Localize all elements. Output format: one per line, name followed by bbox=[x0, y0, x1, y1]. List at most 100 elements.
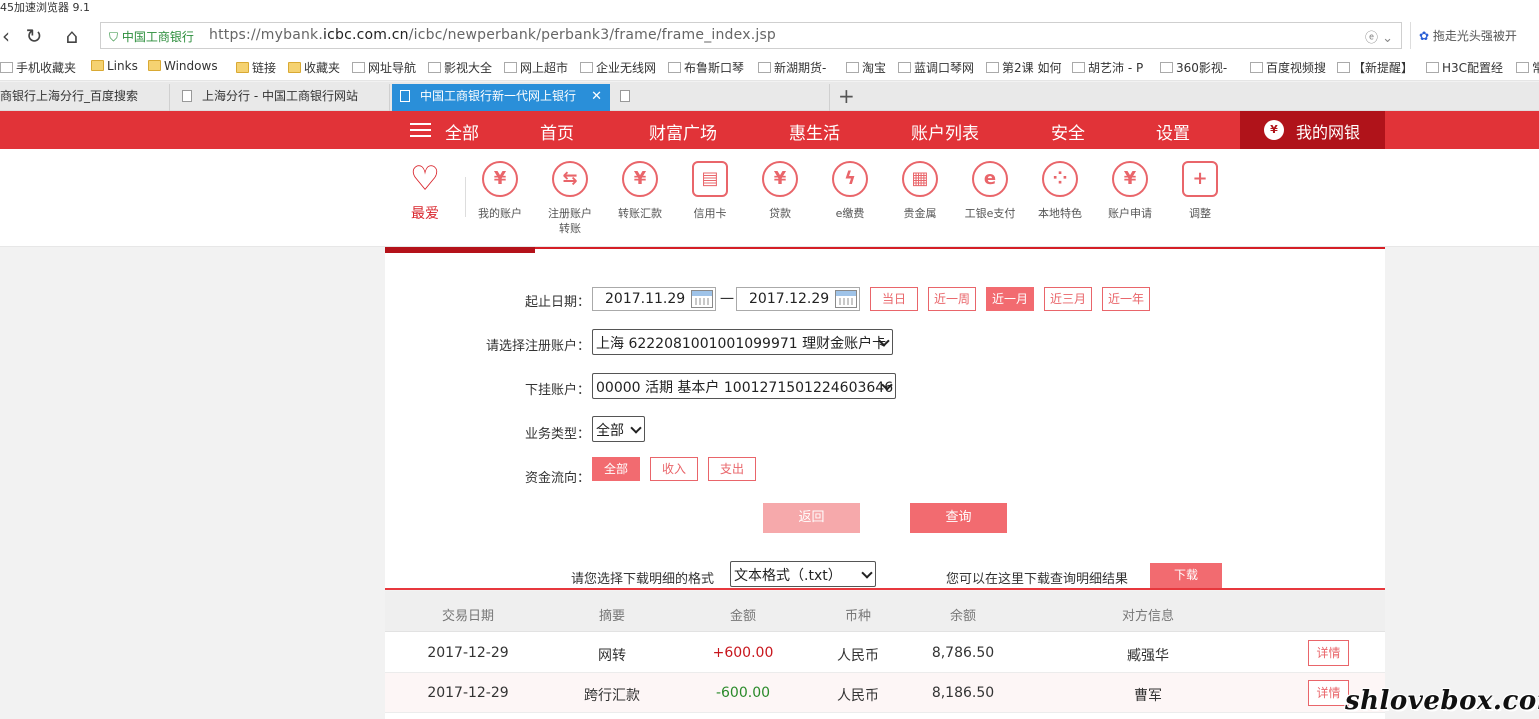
bookmark-label: 淘宝 bbox=[862, 61, 887, 75]
bookmark-item[interactable]: 收藏夹 bbox=[288, 59, 340, 76]
bookmark-item[interactable]: 新湖期货- bbox=[758, 59, 826, 76]
page-icon bbox=[1072, 62, 1085, 73]
tab-blank[interactable] bbox=[612, 84, 830, 111]
quick-item[interactable]: ¥ 贷款 bbox=[745, 161, 815, 221]
bookmark-item[interactable]: 360影视- bbox=[1160, 59, 1227, 76]
flow-expense[interactable]: 支出 bbox=[708, 457, 756, 481]
reload-icon[interactable]: ↻ bbox=[22, 24, 46, 48]
nav-home[interactable]: 首页 bbox=[540, 119, 574, 144]
nav-accounts[interactable]: 账户列表 bbox=[911, 119, 979, 144]
table-row: 2017-12-29 网转 +600.00 人民币 8,786.50 臧强华 详… bbox=[385, 633, 1385, 673]
bookmark-item[interactable]: 常 bbox=[1516, 59, 1539, 76]
bookmark-item[interactable]: 链接 bbox=[236, 59, 276, 76]
quick-item[interactable]: ϟ e缴费 bbox=[815, 161, 885, 221]
bookmark-item[interactable]: Links bbox=[91, 59, 138, 73]
bookmark-label: 企业无线网 bbox=[596, 61, 657, 75]
bookmark-item[interactable]: 布鲁斯口琴 bbox=[668, 59, 744, 76]
bookmark-item[interactable]: Windows bbox=[148, 59, 218, 73]
quick-item[interactable]: e 工银e支付 bbox=[955, 161, 1025, 221]
nav-wealth[interactable]: 财富广场 bbox=[649, 119, 717, 144]
gold-bars-icon: ▦ bbox=[902, 161, 938, 197]
url-text[interactable]: https://mybank.icbc.com.cn/icbc/newperba… bbox=[209, 27, 776, 43]
credit-card-icon: ▤ bbox=[692, 161, 728, 197]
row-counterparty: 臧强华 bbox=[1127, 648, 1169, 664]
biz-type-select[interactable]: 全部 bbox=[592, 416, 645, 442]
range-week[interactable]: 近一周 bbox=[928, 287, 976, 311]
compat-mode-icon[interactable]: ⓔ ⌄ bbox=[1365, 27, 1393, 46]
start-date-field[interactable]: 2017.11.29 bbox=[592, 287, 716, 311]
range-quarter[interactable]: 近三月 bbox=[1044, 287, 1092, 311]
tab-icbc-netbank[interactable]: 中国工商银行新一代网上银行 ✕ bbox=[392, 84, 610, 111]
page-icon bbox=[580, 62, 593, 73]
quick-item[interactable]: ▦ 贵金属 bbox=[885, 161, 955, 221]
back-button[interactable]: 返回 bbox=[763, 503, 860, 533]
calendar-icon[interactable] bbox=[691, 290, 713, 308]
tab-icbc-shanghai[interactable]: 上海分行 - 中国工商银行网站 bbox=[174, 84, 390, 111]
quick-item[interactable]: + 调整 bbox=[1165, 161, 1235, 221]
download-button[interactable]: 下载 bbox=[1150, 563, 1222, 588]
sub-account-label: 下挂账户： bbox=[524, 383, 590, 398]
folder-icon bbox=[288, 62, 301, 73]
tab-strip: 商银行上海分行_百度搜索 上海分行 - 中国工商银行网站 中国工商银行新一代网上… bbox=[0, 82, 1539, 111]
remit-icon: ¥ bbox=[622, 161, 658, 197]
favorites[interactable]: ♡ 最爱 bbox=[400, 161, 450, 223]
quick-item[interactable]: ¥ 账户申请 bbox=[1095, 161, 1165, 221]
search-box[interactable]: ✿ 拖走光头强被开 bbox=[1410, 22, 1539, 49]
bookmark-label: Windows bbox=[164, 59, 218, 73]
range-today[interactable]: 当日 bbox=[870, 287, 918, 311]
quick-item[interactable]: ¥ 转账汇款 bbox=[605, 161, 675, 221]
bookmark-item[interactable]: 胡艺沛 - P bbox=[1072, 59, 1143, 76]
row-date: 2017-12-29 bbox=[427, 685, 509, 701]
nav-security[interactable]: 安全 bbox=[1051, 119, 1085, 144]
tab-baidu[interactable]: 商银行上海分行_百度搜索 bbox=[0, 84, 170, 111]
quick-item[interactable]: ▤ 信用卡 bbox=[675, 161, 745, 221]
row-amount: -600.00 bbox=[715, 685, 771, 701]
bookmark-item[interactable]: 第2课 如何 bbox=[986, 59, 1061, 76]
quick-item[interactable]: ¥ 我的账户 bbox=[465, 161, 535, 221]
range-year[interactable]: 近一年 bbox=[1102, 287, 1150, 311]
range-month[interactable]: 近一月 bbox=[986, 287, 1034, 311]
sub-account-select[interactable]: 00000 活期 基本户 1001271501224603646 bbox=[592, 373, 896, 399]
account-select[interactable]: 上海 6222081001001099971 理财金账户卡 bbox=[592, 329, 893, 355]
bookmark-label: H3C配置经 bbox=[1442, 61, 1504, 75]
page-icon bbox=[504, 62, 517, 73]
close-icon[interactable]: ✕ bbox=[591, 84, 602, 109]
bookmark-label: 网上超市 bbox=[520, 61, 569, 75]
bookmark-item[interactable]: 企业无线网 bbox=[580, 59, 656, 76]
chevron-down-icon bbox=[861, 567, 873, 579]
new-tab-button[interactable]: + bbox=[838, 84, 855, 108]
end-date-field[interactable]: 2017.12.29 bbox=[736, 287, 860, 311]
bookmark-item[interactable]: 网址导航 bbox=[352, 59, 416, 76]
bookmark-item[interactable]: 【新提醒】 bbox=[1337, 59, 1413, 76]
bookmark-item[interactable]: 淘宝 bbox=[846, 59, 886, 76]
nav-all[interactable]: 全部 bbox=[445, 119, 479, 144]
back-icon[interactable]: ‹ bbox=[0, 24, 18, 48]
calendar-icon[interactable] bbox=[835, 290, 857, 308]
bookmark-item[interactable]: 手机收藏夹 bbox=[0, 59, 76, 76]
bookmarks-bar: 手机收藏夹 Links Windows 链接 收藏夹 网址导航 影视大全 网上超市 企业无线网 布… bbox=[0, 54, 1539, 81]
quick-item[interactable]: ⇆ 注册账户 转账 bbox=[535, 161, 605, 236]
page-icon bbox=[1337, 62, 1350, 73]
url-path: /icbc/newperbank/perbank3/frame/frame_in… bbox=[408, 27, 777, 43]
details-button[interactable]: 详情 bbox=[1308, 640, 1349, 666]
flow-all[interactable]: 全部 bbox=[592, 457, 640, 481]
bookmark-item[interactable]: 影视大全 bbox=[428, 59, 492, 76]
my-netbank-tab[interactable]: ¥ 我的网银 bbox=[1240, 111, 1385, 149]
address-bar[interactable]: ⛉ 中国工商银行 https://mybank.icbc.com.cn/icbc… bbox=[100, 22, 1402, 49]
nav-settings[interactable]: 设置 bbox=[1156, 119, 1190, 144]
bookmark-item[interactable]: 网上超市 bbox=[504, 59, 568, 76]
flow-income[interactable]: 收入 bbox=[650, 457, 698, 481]
nav-life[interactable]: 惠生活 bbox=[789, 119, 840, 144]
details-button[interactable]: 详情 bbox=[1308, 680, 1349, 706]
bookmark-item[interactable]: H3C配置经 bbox=[1426, 59, 1503, 76]
biz-type-label: 业务类型： bbox=[524, 427, 590, 442]
bookmark-item[interactable]: 蓝调口琴网 bbox=[898, 59, 974, 76]
home-icon[interactable]: ⌂ bbox=[60, 24, 84, 48]
query-button[interactable]: 查询 bbox=[910, 503, 1007, 533]
bookmark-item[interactable]: 百度视频搜 bbox=[1250, 59, 1326, 76]
quick-item[interactable]: ⁘ 本地特色 bbox=[1025, 161, 1095, 221]
download-bar: 请您选择下载明细的格式 文本格式（.txt） 您可以在这里下载查询明细结果 下载 bbox=[385, 557, 1385, 590]
format-select[interactable]: 文本格式（.txt） bbox=[730, 561, 876, 587]
menu-icon[interactable] bbox=[410, 123, 431, 137]
browser-toolbar: ‹ ↻ ⌂ ⛉ 中国工商银行 https://mybank.icbc.com.c… bbox=[0, 18, 1539, 54]
